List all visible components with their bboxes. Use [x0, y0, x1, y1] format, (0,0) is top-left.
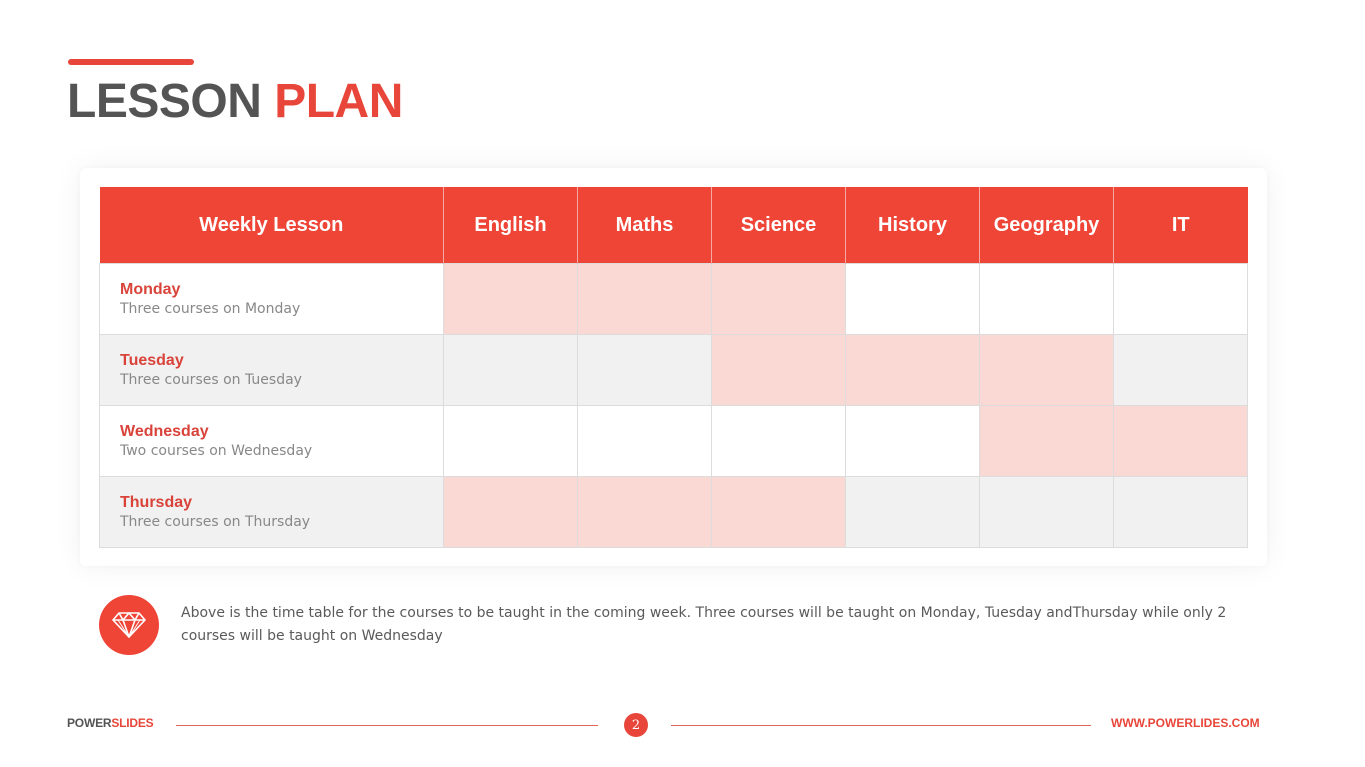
day-name: Monday	[120, 280, 181, 298]
footer-divider-left	[176, 725, 598, 726]
diamond-badge	[99, 595, 159, 655]
schedule-cell	[1113, 476, 1248, 548]
day-cell: Thursday Three courses on Thursday	[99, 476, 444, 548]
schedule-cell-scheduled	[979, 334, 1114, 406]
schedule-cell	[1113, 263, 1248, 335]
schedule-cell-scheduled	[711, 476, 846, 548]
header-science: Science	[711, 187, 846, 264]
table-row: Tuesday Three courses on Tuesday	[99, 334, 1248, 406]
day-cell: Monday Three courses on Monday	[99, 263, 444, 335]
day-note: Two courses on Wednesday	[120, 442, 313, 459]
schedule-cell	[711, 405, 846, 477]
day-name: Thursday	[120, 493, 193, 511]
schedule-cell	[845, 263, 980, 335]
day-cell: Tuesday Three courses on Tuesday	[99, 334, 444, 406]
day-cell: Wednesday Two courses on Wednesday	[99, 405, 444, 477]
header-geography: Geography	[979, 187, 1114, 264]
schedule-cell-scheduled	[711, 263, 846, 335]
schedule-cell	[845, 476, 980, 548]
day-name: Tuesday	[120, 351, 184, 369]
schedule-cell	[577, 334, 712, 406]
description-text: Above is the time table for the courses …	[181, 605, 1227, 644]
header-history: History	[845, 187, 980, 264]
page-number: 2	[624, 713, 648, 737]
day-note: Three courses on Monday	[120, 300, 301, 317]
table-row: Monday Three courses on Monday	[99, 263, 1248, 335]
schedule-cell-scheduled	[979, 405, 1114, 477]
day-note: Three courses on Tuesday	[120, 371, 302, 388]
schedule-cell-scheduled	[845, 334, 980, 406]
header-it: IT	[1113, 187, 1248, 264]
schedule-cell-scheduled	[443, 476, 578, 548]
table-row: Thursday Three courses on Thursday	[99, 476, 1248, 548]
day-note: Three courses on Thursday	[120, 513, 311, 530]
schedule-cell-scheduled	[577, 476, 712, 548]
schedule-cell-scheduled	[577, 263, 712, 335]
footer-divider-right	[671, 725, 1091, 726]
brand-part-1: POWER	[67, 716, 112, 730]
lesson-table: Weekly Lesson English Maths Science Hist…	[99, 187, 1248, 548]
title-part-1: LESSON	[67, 75, 262, 128]
header-weekly-lesson: Weekly Lesson	[99, 187, 444, 264]
header-english: English	[443, 187, 578, 264]
schedule-cell	[1113, 334, 1248, 406]
title-part-2: PLAN	[274, 75, 403, 128]
title-accent-bar	[68, 59, 194, 65]
footer-brand: POWERSLIDES	[67, 716, 154, 730]
header-maths: Maths	[577, 187, 712, 264]
table-row: Wednesday Two courses on Wednesday	[99, 405, 1248, 477]
schedule-cell	[979, 263, 1114, 335]
day-name: Wednesday	[120, 422, 209, 440]
schedule-cell	[443, 405, 578, 477]
schedule-cell-scheduled	[711, 334, 846, 406]
schedule-cell-scheduled	[1113, 405, 1248, 477]
schedule-cell	[577, 405, 712, 477]
table-header-row: Weekly Lesson English Maths Science Hist…	[99, 187, 1248, 264]
diamond-icon	[112, 612, 146, 638]
schedule-cell	[979, 476, 1114, 548]
schedule-cell	[845, 405, 980, 477]
footer-url[interactable]: WWW.POWERLIDES.COM	[1111, 716, 1260, 730]
brand-part-2: SLIDES	[111, 716, 154, 730]
schedule-cell-scheduled	[443, 263, 578, 335]
schedule-cell	[443, 334, 578, 406]
page-title: LESSON PLAN	[67, 74, 403, 130]
